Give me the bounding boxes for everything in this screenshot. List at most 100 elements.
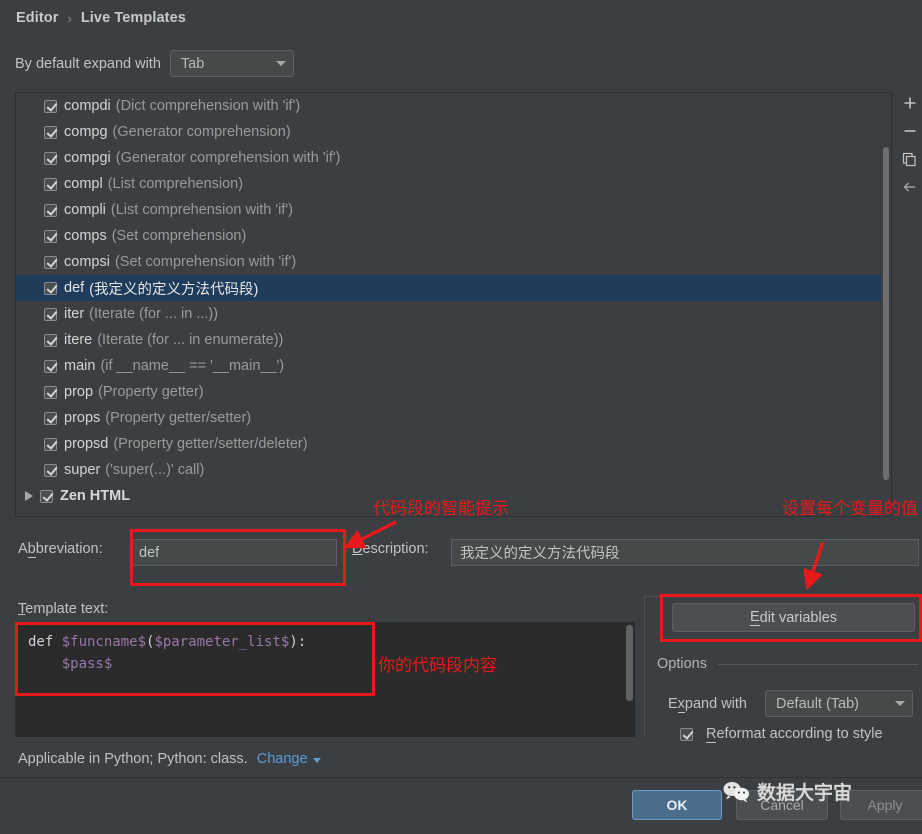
reformat-option-row[interactable]: Reformat according to style bbox=[680, 726, 883, 743]
default-expand-value: Tab bbox=[180, 55, 205, 72]
template-row[interactable]: prop (Property getter) bbox=[16, 379, 891, 405]
default-expand-label: By default expand with bbox=[15, 55, 161, 72]
template-row[interactable]: def (我定义的定义方法代码段) bbox=[16, 275, 891, 301]
template-description: (Property getter/setter) bbox=[105, 410, 252, 426]
template-row[interactable]: main (if __name__ == '__main__') bbox=[16, 353, 891, 379]
remove-icon[interactable] bbox=[899, 120, 921, 142]
template-description: (Iterate (for ... in ...)) bbox=[89, 306, 219, 322]
templates-list-toolbar bbox=[897, 92, 922, 198]
template-description: (List comprehension) bbox=[107, 176, 244, 192]
template-row[interactable]: iter (Iterate (for ... in ...)) bbox=[16, 301, 891, 327]
template-abbreviation: super bbox=[64, 462, 101, 478]
template-abbreviation: compg bbox=[64, 124, 108, 140]
template-row[interactable]: props (Property getter/setter) bbox=[16, 405, 891, 431]
description-value: 我定义的定义方法代码段 bbox=[460, 546, 620, 562]
breadcrumb-separator-icon: › bbox=[67, 10, 72, 26]
template-description: (Property getter/setter/deleter) bbox=[113, 436, 308, 452]
template-row[interactable]: propsd (Property getter/setter/deleter) bbox=[16, 431, 891, 457]
applicable-context: Applicable in Python; Python: class. Cha… bbox=[18, 751, 321, 767]
template-checkbox[interactable] bbox=[44, 203, 57, 217]
template-row[interactable]: compli (List comprehension with 'if') bbox=[16, 197, 891, 223]
template-checkbox[interactable] bbox=[44, 437, 57, 451]
right-panel-top-divider bbox=[644, 596, 922, 597]
duplicate-icon[interactable] bbox=[899, 148, 921, 170]
templates-list-inner: compdi (Dict comprehension with 'if') comp… bbox=[16, 93, 891, 516]
edit-variables-button[interactable]: Edit variables bbox=[672, 603, 915, 632]
template-row[interactable]: compsi (Set comprehension with 'if') bbox=[16, 249, 891, 275]
reformat-checkbox[interactable] bbox=[680, 727, 693, 741]
description-label: Description: bbox=[352, 541, 429, 557]
template-checkbox[interactable] bbox=[44, 99, 57, 113]
template-checkbox[interactable] bbox=[44, 359, 57, 373]
template-row[interactable]: super ('super(...)' call) bbox=[16, 457, 891, 483]
code-var-pass: $pass$ bbox=[61, 656, 113, 672]
template-row[interactable]: compg (Generator comprehension) bbox=[16, 119, 891, 145]
templates-list-scrollbar[interactable] bbox=[881, 93, 891, 516]
options-group-title: Options bbox=[651, 656, 713, 672]
annotation-text-variables: 设置每个变量的值 bbox=[782, 499, 918, 519]
template-scrollbar-thumb[interactable] bbox=[626, 625, 633, 701]
template-description: (Dict comprehension with 'if') bbox=[115, 98, 301, 114]
template-checkbox[interactable] bbox=[44, 281, 57, 295]
template-checkbox[interactable] bbox=[40, 515, 53, 516]
expand-with-combo[interactable]: Default (Tab) bbox=[765, 690, 913, 717]
template-text-scrollbar[interactable] bbox=[625, 623, 634, 736]
annotation-text-hint: 代码段的智能提示 bbox=[373, 499, 509, 519]
expand-with-label: Expand with bbox=[668, 696, 747, 713]
template-description: (Generator comprehension) bbox=[112, 124, 291, 140]
template-row[interactable]: itere (Iterate (for ... in enumerate)) bbox=[16, 327, 891, 353]
template-description: (Iterate (for ... in enumerate)) bbox=[97, 332, 284, 348]
expand-triangle-icon[interactable] bbox=[25, 491, 33, 501]
apply-button[interactable]: Apply bbox=[840, 790, 922, 820]
breadcrumb-current: Live Templates bbox=[80, 10, 186, 26]
template-row[interactable]: compdi (Dict comprehension with 'if') bbox=[16, 93, 891, 119]
template-checkbox[interactable] bbox=[44, 255, 57, 269]
applicable-text: Applicable in Python; Python: class. bbox=[18, 751, 248, 767]
scrollbar-thumb[interactable] bbox=[883, 147, 889, 480]
template-abbreviation: def bbox=[64, 280, 85, 296]
template-description: (我定义的定义方法代码段) bbox=[89, 281, 259, 298]
template-row[interactable]: compl (List comprehension) bbox=[16, 171, 891, 197]
template-checkbox[interactable] bbox=[44, 463, 57, 477]
change-context-link[interactable]: Change bbox=[257, 751, 308, 767]
template-abbreviation: compl bbox=[64, 176, 103, 192]
template-description: (Set comprehension) bbox=[111, 228, 247, 244]
right-panel-left-divider bbox=[644, 596, 645, 737]
chevron-down-icon bbox=[895, 701, 905, 706]
templates-list[interactable]: compdi (Dict comprehension with 'if') comp… bbox=[15, 92, 892, 517]
code-var-funcname: $funcname$ bbox=[61, 634, 147, 650]
watermark: 数据大宇宙 bbox=[723, 778, 852, 805]
template-description: (if __name__ == '__main__') bbox=[100, 358, 285, 374]
template-text-label: Template text: bbox=[18, 601, 109, 617]
description-input[interactable]: 我定义的定义方法代码段 bbox=[451, 539, 919, 566]
abbreviation-label: Abbreviation: bbox=[18, 541, 103, 558]
code-var-parameter-list: $parameter_list$ bbox=[154, 634, 290, 650]
template-text-editor[interactable]: def $funcname$($parameter_list$): $pass$ bbox=[15, 622, 635, 737]
template-checkbox[interactable] bbox=[44, 151, 57, 165]
template-checkbox[interactable] bbox=[44, 177, 57, 191]
template-checkbox[interactable] bbox=[40, 489, 53, 503]
template-checkbox[interactable] bbox=[44, 333, 57, 347]
default-expand-row: By default expand with Tab bbox=[15, 50, 294, 77]
template-checkbox[interactable] bbox=[44, 385, 57, 399]
chevron-down-icon bbox=[312, 758, 321, 763]
template-description: (Generator comprehension with 'if') bbox=[115, 150, 341, 166]
template-checkbox[interactable] bbox=[44, 229, 57, 243]
breadcrumb-parent[interactable]: Editor bbox=[16, 10, 59, 26]
template-abbreviation: propsd bbox=[64, 436, 109, 452]
annotation-text-code: 你的代码段内容 bbox=[378, 656, 497, 676]
default-expand-combo[interactable]: Tab bbox=[169, 50, 294, 77]
template-abbreviation: compsi bbox=[64, 254, 110, 270]
template-checkbox[interactable] bbox=[44, 125, 57, 139]
abbreviation-input[interactable]: def bbox=[130, 539, 337, 566]
revert-icon[interactable] bbox=[899, 176, 921, 198]
wechat-icon bbox=[723, 781, 750, 803]
template-row[interactable]: compgi (Generator comprehension with 'if'… bbox=[16, 145, 891, 171]
ok-button[interactable]: OK bbox=[632, 790, 722, 820]
template-checkbox[interactable] bbox=[44, 307, 57, 321]
template-checkbox[interactable] bbox=[44, 411, 57, 425]
template-row[interactable]: comps (Set comprehension) bbox=[16, 223, 891, 249]
template-description: ('super(...)' call) bbox=[105, 462, 205, 478]
add-icon[interactable] bbox=[899, 92, 921, 114]
